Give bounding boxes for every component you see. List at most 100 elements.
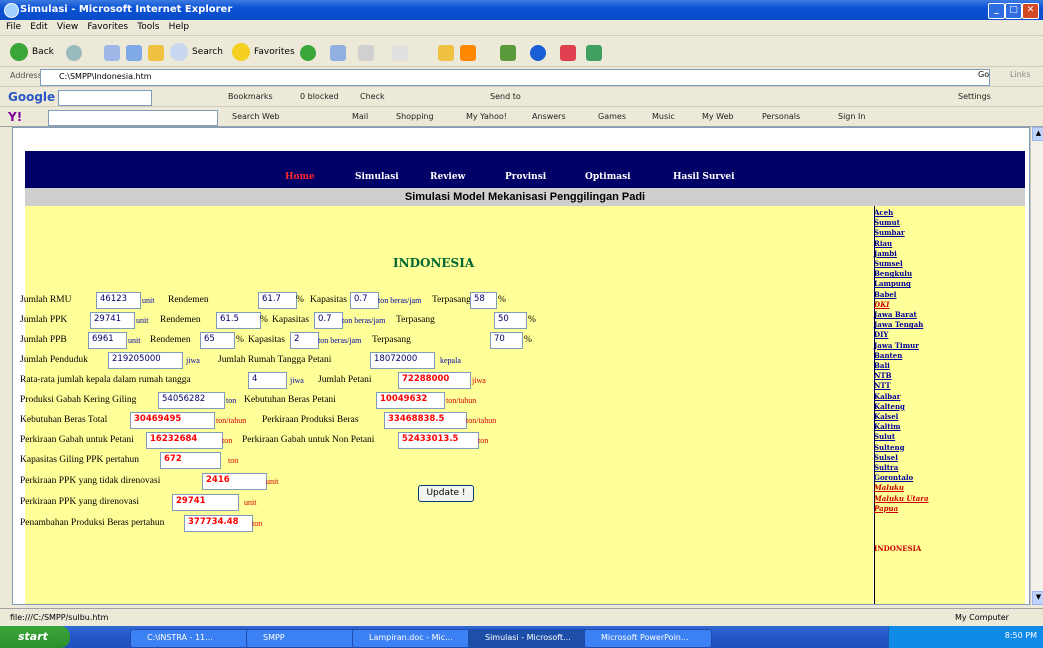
province-link[interactable]: Jawa Barat <box>874 311 917 319</box>
province-link[interactable]: NTB <box>874 372 892 380</box>
messenger-icon[interactable] <box>460 45 476 61</box>
yahoo-search-input[interactable] <box>48 110 218 126</box>
yahoo-answers[interactable]: Answers <box>532 112 566 121</box>
favorites-button[interactable]: Favorites <box>232 42 295 62</box>
task-powerpoint[interactable]: Microsoft PowerPoin... <box>584 629 712 648</box>
menu-favorites[interactable]: Favorites <box>87 22 128 32</box>
refresh-icon[interactable] <box>126 45 142 61</box>
gkg-input[interactable]: 54056282 <box>158 392 225 409</box>
rmu-kapasitas-input[interactable]: 0.7 <box>350 292 379 309</box>
province-link[interactable]: Aceh <box>874 209 893 217</box>
yahoo-music[interactable]: Music <box>652 112 675 121</box>
province-link[interactable]: NTT <box>874 382 891 390</box>
forward-icon[interactable] <box>66 45 82 61</box>
ppb-rendemen-input[interactable]: 65 <box>200 332 235 349</box>
google-settings[interactable]: Settings <box>958 92 991 101</box>
network-icon[interactable] <box>586 45 602 61</box>
reno-output[interactable]: 29741 <box>172 494 239 511</box>
task-word[interactable]: Lampiran.doc - Mic... <box>352 629 480 648</box>
province-link[interactable]: Papua <box>874 504 898 513</box>
go-button[interactable]: Go <box>978 70 989 79</box>
nav-home[interactable]: Home <box>285 172 315 182</box>
kapgiling-output[interactable]: 672 <box>160 452 221 469</box>
google-search-input[interactable] <box>58 90 152 106</box>
ppk-rendemen-input[interactable]: 61.5 <box>216 312 261 329</box>
nav-optimasi[interactable]: Optimasi <box>585 172 631 182</box>
province-link[interactable]: Maluku Utara <box>874 494 929 503</box>
province-link[interactable]: Banten <box>874 351 902 360</box>
tambah-output[interactable]: 377734.48 <box>184 515 253 532</box>
yahoo-shopping[interactable]: Shopping <box>396 112 434 121</box>
kbt-output[interactable]: 30469495 <box>130 412 215 429</box>
close-button[interactable]: ✕ <box>1022 3 1039 19</box>
province-link[interactable]: Sumut <box>874 219 900 227</box>
links-button[interactable]: Links <box>1010 70 1031 79</box>
province-link[interactable]: Kalsel <box>874 413 898 421</box>
province-link[interactable]: Bengkulu <box>874 270 912 278</box>
maximize-button[interactable]: □ <box>1005 3 1022 19</box>
province-link[interactable]: Kalteng <box>874 402 905 411</box>
province-link[interactable]: Sulut <box>874 433 895 441</box>
start-button[interactable]: start <box>0 626 70 648</box>
province-link[interactable]: Jambi <box>874 249 897 258</box>
nav-hasil-survei[interactable]: Hasil Survei <box>673 172 735 182</box>
ppk-kapasitas-input[interactable]: 0.7 <box>314 312 343 329</box>
google-sendto[interactable]: Send to <box>490 92 521 101</box>
scroll-down-arrow-icon[interactable]: ▼ <box>1032 591 1043 605</box>
yahoo-my-web[interactable]: My Web <box>702 112 734 121</box>
bluetooth-icon[interactable] <box>530 45 546 61</box>
gabah-petani-output[interactable]: 16232684 <box>146 432 223 449</box>
gabah-nonpetani-output[interactable]: 52433013.5 <box>398 432 479 449</box>
rmu-rendemen-input[interactable]: 61.7 <box>258 292 297 309</box>
media-icon[interactable] <box>300 45 316 61</box>
petani-output[interactable]: 72288000 <box>398 372 471 389</box>
print-icon[interactable] <box>392 45 408 61</box>
province-link[interactable]: Sulsel <box>874 453 898 462</box>
rmu-count-input[interactable]: 46123 <box>96 292 141 309</box>
nav-review[interactable]: Review <box>430 172 465 182</box>
task-smpp-folder[interactable]: SMPP <box>246 629 364 648</box>
update-button[interactable]: Update ! <box>418 485 474 502</box>
yahoo-search-web[interactable]: Search Web <box>232 112 279 121</box>
address-input[interactable]: C:\SMPP\Indonesia.htm <box>40 69 990 86</box>
yahoo-my-yahoo[interactable]: My Yahoo! <box>466 112 507 121</box>
tidak-reno-output[interactable]: 2416 <box>202 473 267 490</box>
home-icon[interactable] <box>148 45 164 61</box>
mail-icon[interactable] <box>358 45 374 61</box>
province-link[interactable]: Riau <box>874 239 892 248</box>
google-bookmarks[interactable]: Bookmarks <box>228 92 273 101</box>
penduduk-input[interactable]: 219205000 <box>108 352 183 369</box>
vertical-scrollbar[interactable]: ▲ ▼ <box>1030 127 1043 605</box>
ppk-count-input[interactable]: 29741 <box>90 312 135 329</box>
province-link[interactable]: Jawa Timur <box>874 341 919 350</box>
menu-view[interactable]: View <box>57 22 78 32</box>
province-link[interactable]: Bali <box>874 362 890 370</box>
menu-tools[interactable]: Tools <box>137 22 159 32</box>
edit-icon[interactable] <box>438 45 454 61</box>
tools-icon[interactable] <box>560 45 576 61</box>
ppb-kapasitas-input[interactable]: 2 <box>290 332 319 349</box>
province-link[interactable]: Maluku <box>874 484 904 492</box>
province-link[interactable]: Lampung <box>874 280 911 288</box>
kbp-output[interactable]: 10049632 <box>376 392 445 409</box>
ppbs-output[interactable]: 33468838.5 <box>384 412 467 429</box>
task-ie-simulasi[interactable]: Simulasi - Microsoft... <box>468 629 596 648</box>
kepala-input[interactable]: 4 <box>248 372 287 389</box>
yahoo-sign-in[interactable]: Sign In <box>838 112 865 121</box>
province-link[interactable]: Kalbar <box>874 392 900 401</box>
nav-provinsi[interactable]: Provinsi <box>505 172 546 182</box>
rtp-input[interactable]: 18072000 <box>370 352 435 369</box>
google-check[interactable]: Check <box>360 92 385 101</box>
scroll-up-arrow-icon[interactable]: ▲ <box>1032 127 1043 141</box>
minimize-button[interactable]: _ <box>988 3 1005 19</box>
menu-file[interactable]: File <box>6 22 21 32</box>
google-popup-blocked[interactable]: 0 blocked <box>300 92 339 101</box>
nav-simulasi[interactable]: Simulasi <box>355 172 399 182</box>
province-link[interactable]: Babel <box>874 290 896 299</box>
province-link[interactable]: Sulteng <box>874 443 904 452</box>
province-link[interactable]: Sumsel <box>874 260 903 268</box>
province-link[interactable]: DKI <box>874 300 889 309</box>
ppb-terpasang-input[interactable]: 70 <box>490 332 523 349</box>
province-link[interactable]: DIY <box>874 331 888 339</box>
ppk-terpasang-input[interactable]: 50 <box>494 312 527 329</box>
